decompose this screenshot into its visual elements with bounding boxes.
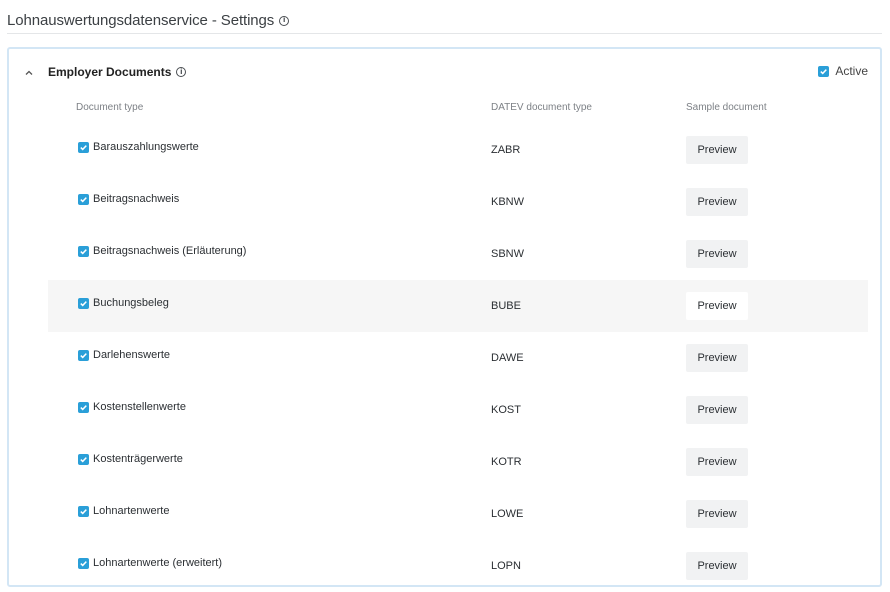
column-header-sample: Sample document [686, 102, 767, 113]
preview-button[interactable]: Preview [686, 448, 748, 476]
datev-code: BUBE [491, 300, 521, 312]
document-type-name: Kostenträgerwerte [93, 453, 183, 465]
document-type-name: Beitragsnachweis [93, 193, 180, 205]
active-checkbox[interactable] [818, 65, 830, 77]
table-row: Beitragsnachweis (Erläuterung) SBNW Previe… [48, 228, 868, 280]
row-checkbox[interactable] [78, 142, 89, 153]
document-type-name: Lohnartenwerte (erweitert) [93, 557, 223, 569]
row-checkbox[interactable] [78, 298, 89, 309]
datev-code: LOPN [491, 560, 521, 572]
datev-code: KOST [491, 404, 521, 416]
chevron-up-icon[interactable] [24, 68, 34, 78]
row-checkbox[interactable] [78, 402, 89, 413]
preview-button[interactable]: Preview [686, 292, 748, 320]
panel-title-text: Employer Documents [48, 65, 172, 79]
datev-code: SBNW [491, 248, 524, 260]
active-toggle[interactable]: Active [818, 64, 868, 78]
table-row: Darlehenswerte DAWE Preview [48, 332, 868, 384]
datev-code: ZABR [491, 144, 521, 156]
document-type-name: Barauszahlungswerte [93, 141, 199, 153]
document-table: Barauszahlungswerte ZABR Preview Beitragsna… [48, 124, 868, 592]
preview-button[interactable]: Preview [686, 396, 748, 424]
datev-code: KOTR [491, 456, 522, 468]
preview-button[interactable]: Preview [686, 136, 748, 164]
preview-button[interactable]: Preview [686, 240, 748, 268]
preview-button[interactable]: Preview [686, 188, 748, 216]
employer-documents-panel: Employer Documents i Active Document typ… [7, 47, 882, 587]
panel-title: Employer Documents i [48, 65, 187, 79]
row-checkbox[interactable] [78, 246, 89, 257]
info-icon[interactable]: i [279, 15, 290, 26]
page-header: Lohnauswertungsdatenservice - Settings i [7, 8, 882, 34]
preview-button[interactable]: Preview [686, 344, 748, 372]
table-row: Beitragsnachweis KBNW Preview [48, 176, 868, 228]
table-row: Lohnartenwerte LOWE Preview [48, 488, 868, 540]
document-type-name: Beitragsnachweis (Erläuterung) [93, 245, 247, 257]
column-header-document-type: Document type [76, 102, 144, 113]
info-icon[interactable]: i [176, 67, 187, 77]
document-type-name: Lohnartenwerte [93, 505, 170, 517]
page-title: Lohnauswertungsdatenservice - Settings [7, 12, 275, 29]
datev-code: KBNW [491, 196, 524, 208]
table-row: Kostenstellenwerte KOST Preview [48, 384, 868, 436]
table-row: Kostenträgerwerte KOTR Preview [48, 436, 868, 488]
datev-code: DAWE [491, 352, 524, 364]
row-checkbox[interactable] [78, 350, 89, 361]
table-row: Lohnartenwerte (erweitert) LOPN Preview [48, 540, 868, 592]
row-checkbox[interactable] [78, 558, 89, 569]
table-row: Barauszahlungswerte ZABR Preview [48, 124, 868, 176]
active-label: Active [835, 64, 868, 78]
panel-header[interactable]: Employer Documents i Active [9, 49, 880, 97]
document-type-name: Buchungsbeleg [93, 297, 169, 309]
datev-code: LOWE [491, 508, 524, 520]
row-checkbox[interactable] [78, 194, 89, 205]
table-row: Buchungsbeleg BUBE Preview [48, 280, 868, 332]
preview-button[interactable]: Preview [686, 500, 748, 528]
column-header-datev-type: DATEV document type [491, 102, 592, 113]
document-type-name: Darlehenswerte [93, 349, 171, 361]
preview-button[interactable]: Preview [686, 552, 748, 580]
document-type-name: Kostenstellenwerte [93, 401, 186, 413]
row-checkbox[interactable] [78, 506, 89, 517]
row-checkbox[interactable] [78, 454, 89, 465]
